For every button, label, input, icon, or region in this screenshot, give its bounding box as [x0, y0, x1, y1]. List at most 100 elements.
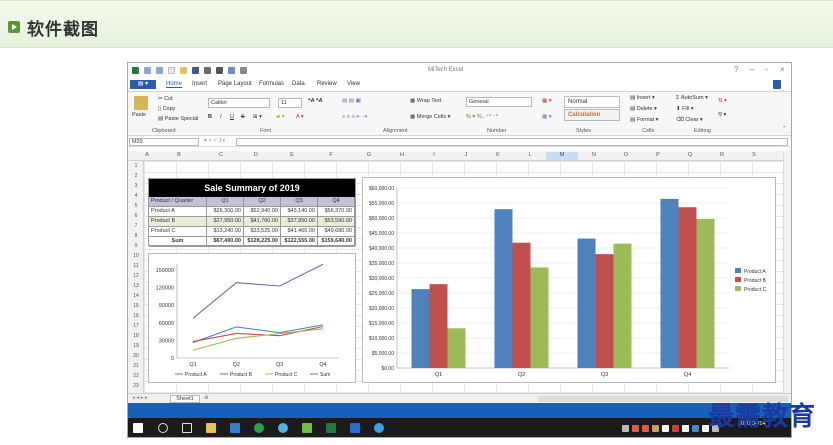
column-header-c[interactable]: C — [204, 152, 238, 158]
sheet-tab-sheet1[interactable]: Sheet1 — [170, 395, 200, 403]
row-header-3[interactable]: 3 — [128, 183, 144, 189]
app-icon-3[interactable] — [350, 423, 360, 433]
paste-special-button[interactable]: ▤ Paste Special — [158, 116, 198, 122]
borders-icon[interactable]: ⊞ ▾ — [253, 114, 262, 120]
table-cell[interactable]: Product C — [149, 227, 207, 237]
close-icon[interactable]: × — [780, 65, 785, 74]
column-header-n[interactable]: N — [578, 152, 610, 158]
bold-button[interactable]: B — [208, 114, 212, 120]
table-cell[interactable]: $49,680.00 — [318, 227, 355, 237]
row-header-2[interactable]: 2 — [128, 173, 144, 179]
column-header-i[interactable]: I — [418, 152, 450, 158]
print-icon[interactable] — [216, 67, 223, 74]
column-header-k[interactable]: K — [482, 152, 514, 158]
sheet-nav-arrows[interactable]: ◂ ◂ ▸ ▸ — [132, 395, 148, 401]
paste-icon[interactable] — [134, 96, 148, 110]
row-header-19[interactable]: 19 — [128, 343, 144, 349]
find-select-icon[interactable]: ⚲ ▾ — [718, 112, 726, 118]
excel-taskbar-icon[interactable] — [326, 423, 336, 433]
collapse-ribbon-icon[interactable]: ⌃ — [782, 126, 787, 132]
file-menu-button[interactable]: ▤ ▾ — [130, 80, 156, 89]
tray-icon[interactable] — [622, 425, 629, 432]
formula-buttons[interactable]: ▾ × ✓ ƒx — [204, 138, 225, 144]
clear-button[interactable]: ⌫ Clear ▾ — [676, 117, 703, 123]
column-header-b[interactable]: B — [154, 152, 204, 158]
formula-input[interactable] — [236, 138, 788, 146]
column-header-a[interactable]: A — [142, 152, 152, 158]
row-header-11[interactable]: 11 — [128, 263, 144, 269]
wrap-text-button[interactable]: ▦ Wrap Text — [410, 98, 441, 104]
file-explorer-icon[interactable] — [206, 423, 216, 433]
tray-icon[interactable] — [662, 425, 669, 432]
browser-icon[interactable] — [254, 423, 264, 433]
column-header-q[interactable]: Q — [674, 152, 706, 158]
row-header-5[interactable]: 5 — [128, 203, 144, 209]
minimize-icon[interactable]: – — [750, 65, 754, 74]
style-calculation[interactable]: Calculation — [564, 109, 620, 121]
table-cell[interactable]: $53,590.00 — [318, 217, 355, 227]
maximize-icon[interactable]: ▫ — [765, 65, 768, 74]
table-cell[interactable]: $37,950.00 — [281, 217, 318, 227]
tab-data[interactable]: Data — [292, 81, 305, 87]
tab-insert[interactable]: Insert — [192, 81, 207, 87]
row-header-1[interactable]: 1 — [128, 163, 144, 169]
style-normal[interactable]: Normal — [564, 96, 620, 108]
row-header-21[interactable]: 21 — [128, 363, 144, 369]
table-cell[interactable]: $43,140.00 — [281, 207, 318, 217]
underline-button[interactable]: U — [230, 114, 234, 120]
table-cell[interactable]: Sum — [149, 237, 207, 247]
align-top-icon[interactable]: ▤ ▤ ▣ — [342, 98, 361, 104]
column-header-s[interactable]: S — [738, 152, 770, 158]
number-format-select[interactable]: General — [466, 97, 532, 107]
row-header-23[interactable]: 23 — [128, 383, 144, 389]
column-header-o[interactable]: O — [610, 152, 642, 158]
insert-cells-button[interactable]: ▤ Insert ▾ — [630, 95, 655, 101]
tray-icon[interactable] — [632, 425, 639, 432]
column-header-h[interactable]: H — [386, 152, 418, 158]
search-icon[interactable] — [158, 423, 168, 433]
cut-button[interactable]: ✂ Cut — [158, 96, 173, 102]
open-folder-icon[interactable] — [180, 67, 187, 74]
mail-icon[interactable] — [230, 423, 240, 433]
table-cell[interactable]: Q2 — [244, 197, 281, 207]
row-header-7[interactable]: 7 — [128, 223, 144, 229]
row-header-12[interactable]: 12 — [128, 273, 144, 279]
font-color-icon[interactable]: A ▾ — [296, 114, 304, 120]
name-box[interactable]: M29 — [129, 138, 199, 146]
table-cell[interactable]: $41,465.00 — [281, 227, 318, 237]
quick-access-more-icon[interactable] — [240, 67, 247, 74]
column-header-l[interactable]: L — [514, 152, 546, 158]
delete-cells-button[interactable]: ▤ Delete ▾ — [630, 106, 657, 112]
tray-icon[interactable] — [672, 425, 679, 432]
app-icon-1[interactable] — [278, 423, 288, 433]
row-header-4[interactable]: 4 — [128, 193, 144, 199]
app-icon-2[interactable] — [302, 423, 312, 433]
tab-page-layout[interactable]: Page Layout — [218, 81, 252, 87]
row-header-18[interactable]: 18 — [128, 333, 144, 339]
row-header-17[interactable]: 17 — [128, 323, 144, 329]
save-icon[interactable] — [192, 67, 199, 74]
table-cell[interactable]: $41,760.00 — [244, 217, 281, 227]
redo-icon[interactable] — [156, 67, 163, 74]
row-header-10[interactable]: 10 — [128, 253, 144, 259]
strike-button[interactable]: S — [241, 114, 245, 120]
table-cell[interactable]: $67,490.00 — [207, 237, 244, 247]
table-cell[interactable]: $56,370.00 — [318, 207, 355, 217]
row-header-20[interactable]: 20 — [128, 353, 144, 359]
row-header-22[interactable]: 22 — [128, 373, 144, 379]
save-as-icon[interactable] — [204, 67, 211, 74]
bar-chart[interactable]: $0.00 $5,000.00 $10,000.00 $15,000.00 $20,00… — [362, 177, 776, 383]
table-cell[interactable]: $26,300.00 — [207, 207, 244, 217]
column-header-g[interactable]: G — [352, 152, 386, 158]
format-table-icon[interactable]: ▦ ▾ — [542, 114, 552, 120]
merge-cells-button[interactable]: ▦ Merge Cells ▾ — [410, 114, 450, 120]
column-header-e[interactable]: E — [274, 152, 310, 158]
account-icon[interactable] — [773, 80, 781, 89]
table-cell[interactable]: $13,240.00 — [207, 227, 244, 237]
app-icon-4[interactable] — [374, 423, 384, 433]
vertical-scrollbar[interactable] — [783, 151, 791, 393]
column-header-f[interactable]: F — [310, 152, 352, 158]
copy-button[interactable]: ▯ Copy — [158, 106, 175, 112]
new-file-icon[interactable] — [168, 67, 175, 74]
tab-view[interactable]: View — [347, 81, 360, 87]
